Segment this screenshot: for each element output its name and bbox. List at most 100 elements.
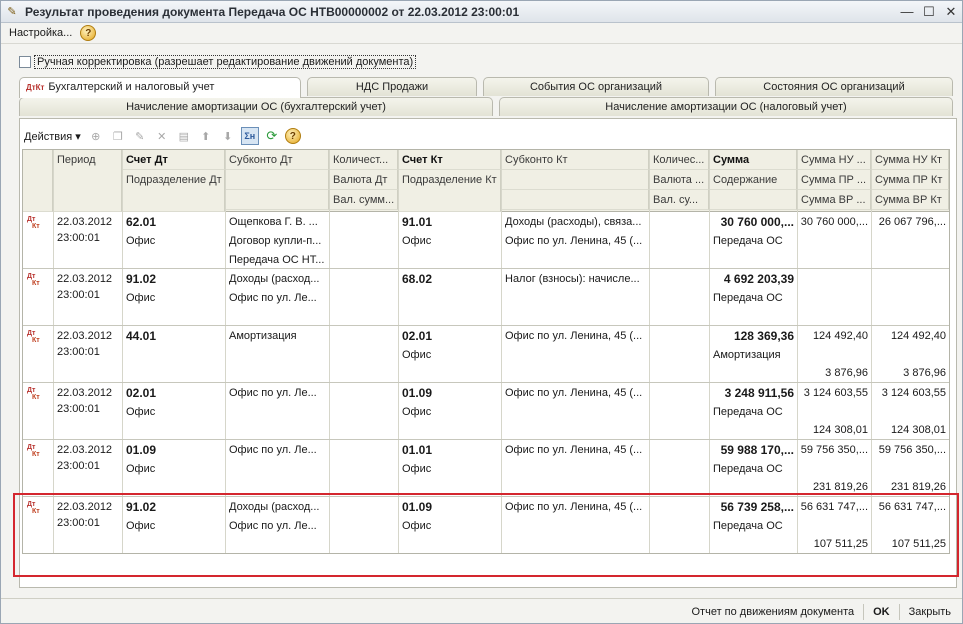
credit-division: Офис xyxy=(402,235,432,247)
icon-debit-text: Дт xyxy=(27,444,36,451)
tab-asset-states[interactable]: Состояния ОС организаций xyxy=(715,77,953,96)
subconto-kt-header-2 xyxy=(501,170,649,190)
content-value: Передача ОС xyxy=(713,292,783,304)
content-value: Амортизация xyxy=(713,349,781,361)
sum-value: 30 760 000,... xyxy=(720,215,794,229)
edit-icon[interactable]: ✎ xyxy=(131,127,149,145)
tab-accounting[interactable]: ДтКт Бухгалтерский и налоговый учет xyxy=(19,77,301,98)
table-row[interactable]: Дт Кт 22.03.2012 23:00:01 01.09 Офис Офис по у… xyxy=(23,440,949,497)
maximize-icon[interactable]: ☐ xyxy=(918,4,940,20)
period-time: 23:00:01 xyxy=(57,403,100,415)
debit-div-header[interactable]: Подразделение Дт xyxy=(122,170,225,212)
debit-header[interactable]: Счет Дт xyxy=(122,150,225,170)
sum-vr-kt xyxy=(871,250,949,269)
icon-credit-text: Кт xyxy=(32,394,40,401)
refresh-icon[interactable]: ⟳ xyxy=(263,127,281,145)
icon-column-header xyxy=(23,150,53,212)
minimize-icon[interactable]: — xyxy=(896,4,918,19)
subconto-dt: Ощепкова Г. В. ... xyxy=(229,216,318,228)
sum-nu-kt: 26 067 796,... xyxy=(878,216,946,228)
sum-nu-dt: 59 756 350,... xyxy=(800,444,868,456)
movements-report-button[interactable]: Отчет по движениям документа xyxy=(689,606,858,618)
help-icon[interactable]: ? xyxy=(80,25,97,41)
settings-menu[interactable]: Настройка... xyxy=(9,27,72,39)
debit-division: Офис xyxy=(126,406,156,418)
separator xyxy=(863,603,865,620)
tab-asset-events[interactable]: События ОС организаций xyxy=(483,77,709,96)
add-icon[interactable]: ⊕ xyxy=(87,127,105,145)
subconto-dt: Амортизация xyxy=(229,330,297,342)
move-up-icon[interactable]: ⬆ xyxy=(197,127,215,145)
table-row[interactable]: Дт Кт 22.03.2012 23:00:01 02.01 Офис Офис по у… xyxy=(23,383,949,440)
period-time: 23:00:01 xyxy=(57,460,100,472)
sum-nu-dt xyxy=(797,270,871,289)
cur-sum-dt-header[interactable]: Вал. сумм... xyxy=(329,190,398,210)
credit-header[interactable]: Счет Кт xyxy=(398,150,501,170)
credit-div-header[interactable]: Подразделение Кт xyxy=(398,170,501,212)
subconto-dt-header-3 xyxy=(225,190,329,210)
cur-dt-header[interactable]: Валюта Дт xyxy=(329,170,398,190)
move-down-icon[interactable]: ⬇ xyxy=(219,127,237,145)
credit-division: Офис xyxy=(402,406,432,418)
close-button[interactable]: Закрыть xyxy=(906,606,954,618)
nu-dt-header[interactable]: Сумма НУ ... xyxy=(797,150,871,170)
close-icon[interactable]: ✕ xyxy=(940,4,962,20)
pr-dt-header[interactable]: Сумма ПР ... xyxy=(797,170,871,190)
sum-nu-icon[interactable]: Σн xyxy=(240,127,259,145)
ok-button[interactable]: OK xyxy=(870,606,893,618)
tab-depreciation-tax[interactable]: Начисление амортизации ОС (налоговый уче… xyxy=(499,97,953,116)
pr-kt-header[interactable]: Сумма ПР Кт xyxy=(871,170,949,190)
subconto-kt: Офис по ул. Ленина, 45 (... xyxy=(505,330,643,342)
debit-account: 44.01 xyxy=(126,329,157,343)
nu-kt-header[interactable]: Сумма НУ Кт xyxy=(871,150,949,170)
subconto-kt: Офис по ул. Ленина, 45 (... xyxy=(505,387,643,399)
sum-nu-kt: 59 756 350,... xyxy=(878,444,946,456)
debit-credit-icon: ДтКт xyxy=(27,216,43,232)
debit-credit-icon: ДтКт xyxy=(27,330,43,346)
period-header[interactable]: Период xyxy=(53,150,122,212)
sum-vr-dt: 3 876,96 xyxy=(825,367,868,379)
subconto-dt: Договор купли-п... xyxy=(229,235,322,247)
vr-dt-header[interactable]: Сумма ВР ... xyxy=(797,190,871,210)
cur-sum-kt-header[interactable]: Вал. су... xyxy=(649,190,709,210)
manual-correction-label: Ручная корректировка (разрешает редактир… xyxy=(34,55,417,69)
debit-division xyxy=(122,346,225,365)
grid-toolbar: Действия ▾ ⊕ ❐ ✎ ✕ ▤ ⬆ ⬇ Σн ⟳ ? xyxy=(24,125,301,147)
subconto-dt: Передача ОС НТ... xyxy=(229,254,325,266)
sum-vr-dt: 124 308,01 xyxy=(812,424,868,436)
checkbox-box[interactable] xyxy=(19,56,31,68)
credit-account: 02.01 xyxy=(402,329,433,343)
copy-icon[interactable]: ❐ xyxy=(109,127,127,145)
sum-header[interactable]: Сумма xyxy=(709,150,797,170)
subconto-dt: Офис по ул. Ле... xyxy=(229,444,317,456)
subconto-kt: Офис по ул. Ленина, 45 (... xyxy=(505,235,643,247)
document-posting-window: ✎ Результат проведения документа Передач… xyxy=(0,0,963,624)
cur-kt-header[interactable]: Валюта ... xyxy=(649,170,709,190)
content-header[interactable]: Содержание xyxy=(709,170,797,190)
subconto-dt-header[interactable]: Субконто Дт xyxy=(225,150,329,170)
vr-kt-header[interactable]: Сумма ВР Кт xyxy=(871,190,949,210)
tab-vat-sales[interactable]: НДС Продажи xyxy=(307,77,477,96)
delete-icon[interactable]: ✕ xyxy=(153,127,171,145)
table-row[interactable]: Дт Кт 22.03.2012 23:00:01 91.02 Офис Доходы (р… xyxy=(23,269,949,326)
document-icon: ✎ xyxy=(7,6,17,18)
table-row[interactable]: Дт Кт 22.03.2012 23:00:01 44.01 Амортизация 02… xyxy=(23,326,949,383)
window-title: Результат проведения документа Передача … xyxy=(25,4,520,19)
actions-menu[interactable]: Действия ▾ xyxy=(24,130,81,143)
sum-vr-kt: 3 876,96 xyxy=(903,367,946,379)
icon-debit-text: Дт xyxy=(27,387,36,394)
table-row[interactable]: Дт Кт 22.03.2012 23:00:01 62.01 Офис Ощепкова … xyxy=(23,212,949,269)
manual-correction-checkbox[interactable]: Ручная корректировка (разрешает редактир… xyxy=(19,55,417,69)
qty-dt-header[interactable]: Количест... xyxy=(329,150,398,170)
qty-kt-header[interactable]: Количес... xyxy=(649,150,709,170)
table-header: Период Счет Дт Подразделение Дт Субконто… xyxy=(23,150,949,212)
tab-depreciation-accounting[interactable]: Начисление амортизации ОС (бухгалтерский… xyxy=(19,97,493,116)
grid-help-icon[interactable]: ? xyxy=(284,128,301,144)
period-time: 23:00:01 xyxy=(57,289,100,301)
credit-division xyxy=(398,289,501,308)
icon-debit-text: Дт xyxy=(27,273,36,280)
debit-division: Офис xyxy=(126,235,156,247)
subconto-kt-header[interactable]: Субконто Кт xyxy=(501,150,649,170)
save-icon[interactable]: ▤ xyxy=(175,127,193,145)
period-time: 23:00:01 xyxy=(57,346,100,358)
